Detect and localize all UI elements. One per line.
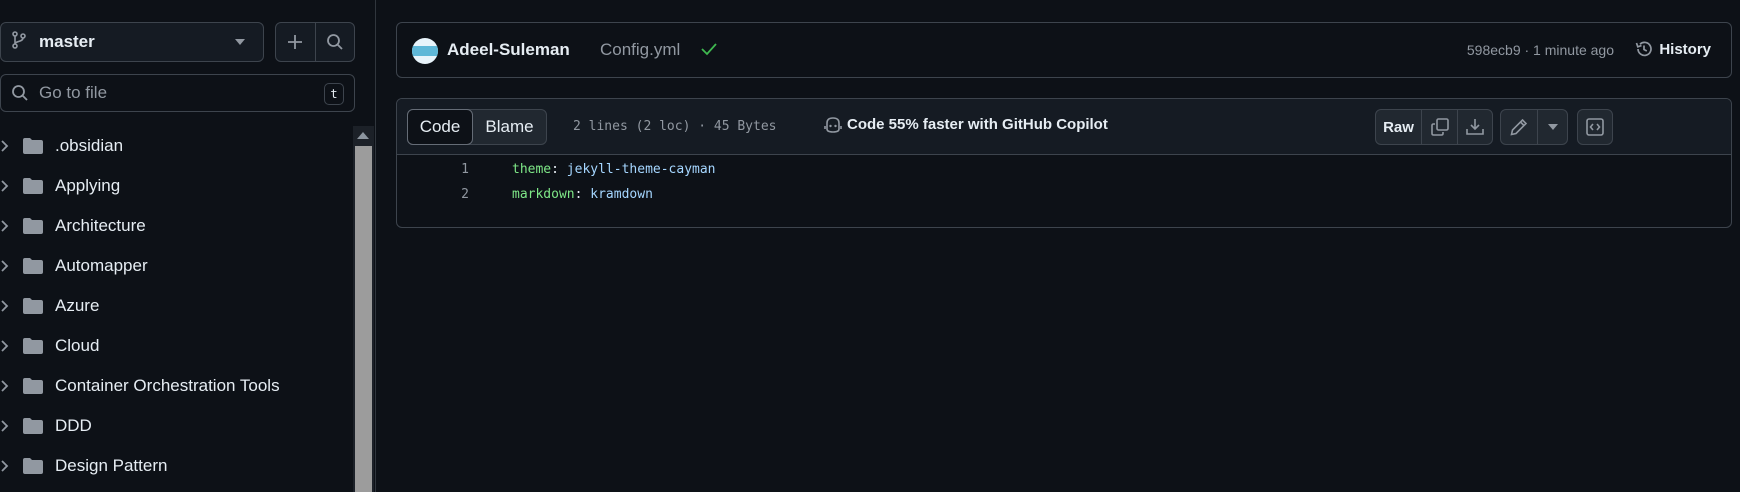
- keyboard-shortcut-badge: t: [324, 83, 344, 105]
- folder-icon: [23, 418, 43, 434]
- copilot-icon: [824, 116, 842, 133]
- chevron-right-icon: [1, 420, 9, 432]
- code-square-icon: [1586, 118, 1604, 136]
- copy-icon: [1430, 118, 1449, 136]
- edit-actions-group: [1500, 109, 1568, 145]
- sidebar-scrollbar[interactable]: [353, 126, 374, 492]
- folder-icon: [23, 338, 43, 354]
- search-icon: [327, 34, 343, 50]
- tree-item-label: Container Orchestration Tools: [55, 376, 280, 395]
- branch-name: master: [39, 32, 95, 51]
- chevron-right-icon: [1, 180, 9, 192]
- copy-raw-button[interactable]: [1421, 110, 1457, 144]
- folder-icon: [23, 458, 43, 474]
- tree-item-obsidian[interactable]: .obsidian: [0, 126, 352, 166]
- check-icon[interactable]: [701, 42, 717, 56]
- add-file-button[interactable]: [276, 23, 315, 61]
- folder-icon: [23, 298, 43, 314]
- edit-file-button[interactable]: [1501, 110, 1537, 144]
- file-content-box: Code Blame 2 lines (2 loc) · 45 Bytes Co…: [396, 98, 1732, 228]
- chevron-right-icon: [1, 460, 9, 472]
- tree-item-applying[interactable]: Applying: [0, 166, 352, 206]
- tree-actions: [275, 22, 355, 62]
- avatar[interactable]: [412, 38, 438, 64]
- caret-down-icon: [235, 39, 245, 45]
- tree-item-label: Architecture: [55, 216, 146, 235]
- scroll-up-arrow-icon[interactable]: [357, 132, 369, 139]
- scrollbar-thumb[interactable]: [355, 146, 372, 492]
- chevron-right-icon: [1, 220, 9, 232]
- folder-icon: [23, 218, 43, 234]
- pencil-icon: [1510, 118, 1528, 136]
- file-info: 2 lines (2 loc) · 45 Bytes: [573, 119, 777, 134]
- tree-item-label: Azure: [55, 296, 100, 315]
- folder-icon: [23, 178, 43, 194]
- code-line: 1 theme: jekyll-theme-cayman: [397, 157, 1731, 182]
- folder-icon: [23, 378, 43, 394]
- search-icon: [12, 85, 28, 101]
- chevron-right-icon: [1, 300, 9, 312]
- search-code-button[interactable]: [314, 23, 354, 61]
- tree-item-azure[interactable]: Azure: [0, 286, 352, 326]
- commit-meta[interactable]: 598ecb9 · 1 minute ago: [1467, 42, 1614, 58]
- git-branch-icon: [11, 30, 27, 54]
- chevron-right-icon: [1, 380, 9, 392]
- branch-selector[interactable]: master: [0, 22, 264, 62]
- raw-button[interactable]: Raw: [1376, 110, 1421, 144]
- code-view[interactable]: 1 theme: jekyll-theme-cayman 2 markdown:…: [397, 157, 1731, 207]
- copilot-promo-link[interactable]: Code 55% faster with GitHub Copilot: [824, 116, 1108, 133]
- tab-code[interactable]: Code: [407, 109, 473, 145]
- file-view: Adeel-Suleman Config.yml 598ecb9 · 1 min…: [376, 0, 1740, 492]
- plus-icon: [288, 35, 303, 49]
- download-button[interactable]: [1457, 110, 1492, 144]
- tree-item-label: DDD: [55, 416, 92, 435]
- chevron-right-icon: [1, 340, 9, 352]
- file-tree: .obsidian Applying Architecture Automapp…: [0, 126, 352, 486]
- commit-message-link[interactable]: Config.yml: [600, 40, 680, 60]
- history-icon: [1636, 41, 1653, 57]
- tree-item-label: .obsidian: [55, 136, 124, 155]
- yaml-value: kramdown: [590, 187, 653, 202]
- latest-commit-bar: Adeel-Suleman Config.yml 598ecb9 · 1 min…: [396, 22, 1732, 78]
- folder-icon: [23, 138, 43, 154]
- raw-label: Raw: [1383, 118, 1414, 136]
- edit-options-dropdown[interactable]: [1537, 110, 1567, 144]
- view-mode-toggle: Code Blame: [407, 109, 547, 145]
- tree-item-cloud[interactable]: Cloud: [0, 326, 352, 366]
- yaml-key: markdown: kramdown: [512, 187, 653, 202]
- go-to-file-input[interactable]: Go to file t: [0, 74, 355, 112]
- symbols-panel-group: [1577, 109, 1613, 145]
- yaml-value: jekyll-theme-cayman: [566, 162, 716, 177]
- tree-item-ddd[interactable]: DDD: [0, 406, 352, 446]
- history-button[interactable]: History: [1634, 39, 1711, 59]
- go-to-file-placeholder: Go to file: [39, 83, 108, 102]
- history-label: History: [1659, 40, 1711, 58]
- tree-item-architecture[interactable]: Architecture: [0, 206, 352, 246]
- tree-item-design-pattern[interactable]: Design Pattern: [0, 446, 352, 486]
- tree-item-label: Automapper: [55, 256, 148, 275]
- tree-item-automapper[interactable]: Automapper: [0, 246, 352, 286]
- tree-item-label: Cloud: [55, 336, 100, 355]
- tree-item-container-orchestration-tools[interactable]: Container Orchestration Tools: [0, 366, 352, 406]
- line-number[interactable]: 2: [397, 187, 469, 202]
- code-line: 2 markdown: kramdown: [397, 182, 1731, 207]
- triangle-down-icon: [1547, 124, 1558, 130]
- file-header: Code Blame 2 lines (2 loc) · 45 Bytes Co…: [397, 99, 1731, 155]
- tree-item-label: Design Pattern: [55, 456, 168, 475]
- chevron-right-icon: [1, 140, 9, 152]
- yaml-key: theme: jekyll-theme-cayman: [512, 162, 716, 177]
- file-tree-sidebar: master Go to file t .obsidian Applying A…: [0, 0, 376, 492]
- tree-item-label: Applying: [55, 176, 121, 195]
- symbols-panel-button[interactable]: [1578, 110, 1612, 144]
- download-icon: [1466, 119, 1484, 135]
- line-number[interactable]: 1: [397, 162, 469, 177]
- tab-blame[interactable]: Blame: [473, 110, 546, 144]
- file-actions-group: Raw: [1375, 109, 1493, 145]
- copilot-label: Code 55% faster with GitHub Copilot: [847, 116, 1108, 133]
- commit-author-link[interactable]: Adeel-Suleman: [447, 40, 570, 60]
- folder-icon: [23, 258, 43, 274]
- chevron-right-icon: [1, 260, 9, 272]
